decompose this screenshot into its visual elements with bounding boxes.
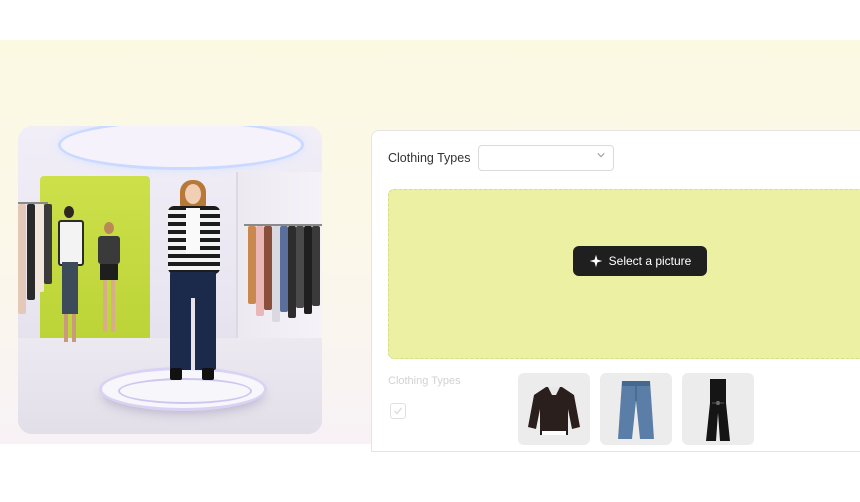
- garment: [256, 226, 264, 316]
- clothing-type-checkbox[interactable]: [390, 403, 406, 419]
- jumpsuit-icon: [706, 379, 730, 441]
- sweater-thumbnail[interactable]: [518, 373, 590, 445]
- mannequin: [56, 206, 84, 346]
- garment: [296, 226, 304, 308]
- sweater-icon: [528, 387, 580, 435]
- select-picture-button[interactable]: Select a picture: [573, 246, 707, 276]
- select-picture-label: Select a picture: [608, 254, 692, 268]
- mannequin: [96, 222, 122, 342]
- jeans-thumbnail[interactable]: [600, 373, 672, 445]
- garment: [36, 204, 44, 292]
- sparkle-icon: [589, 254, 602, 268]
- garment: [272, 226, 280, 322]
- jumpsuit-thumbnail[interactable]: [682, 373, 754, 445]
- upload-panel: Clothing Types Select a picture Clothing…: [371, 130, 860, 452]
- jeans-icon: [618, 381, 654, 439]
- picture-dropzone[interactable]: Select a picture: [388, 189, 860, 359]
- garment: [304, 226, 312, 314]
- fashion-store-scene-image: [18, 126, 322, 434]
- garment: [44, 204, 52, 284]
- model-figure: [162, 180, 226, 386]
- chevron-down-icon: [597, 153, 605, 158]
- garment: [27, 204, 35, 300]
- garment: [18, 204, 26, 314]
- garment: [312, 226, 320, 306]
- clothing-types-select[interactable]: [478, 145, 614, 171]
- ceiling-light: [58, 126, 304, 170]
- garment: [280, 226, 288, 312]
- garment: [248, 226, 256, 304]
- clothing-types-secondary-label: Clothing Types: [388, 375, 461, 387]
- garment: [264, 226, 272, 310]
- clothing-types-label: Clothing Types: [388, 151, 471, 165]
- check-icon: [394, 407, 403, 415]
- garment: [288, 226, 296, 318]
